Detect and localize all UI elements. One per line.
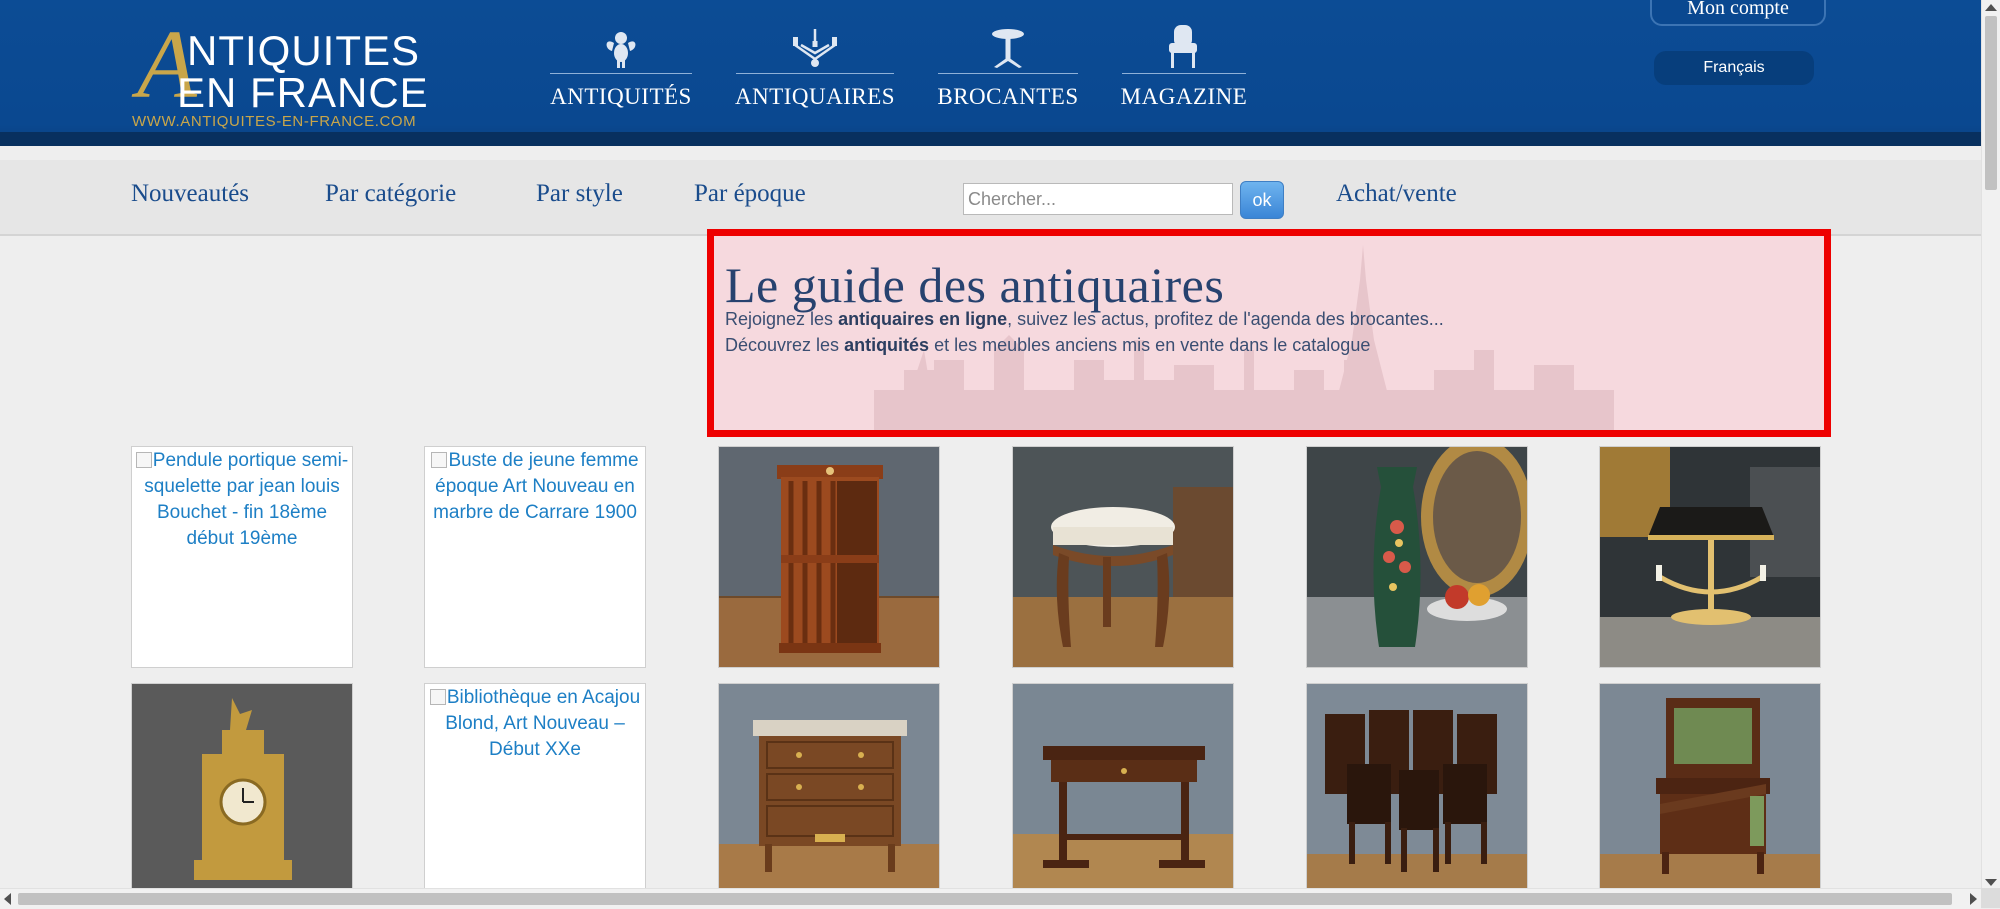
vertical-scroll-thumb[interactable] bbox=[1985, 16, 1997, 190]
nav-item-brocantes[interactable]: BROCANTES bbox=[937, 24, 1079, 110]
nav-item-antiquaires[interactable]: ANTIQUAIRES bbox=[734, 24, 896, 110]
scroll-right-icon[interactable] bbox=[1970, 893, 1977, 905]
marble-top-commode-image bbox=[719, 684, 939, 904]
hero-text: et les meubles anciens mis en vente dans… bbox=[929, 335, 1371, 355]
site-header: A NTIQUITES EN FRANCE WWW.ANTIQUITES-EN-… bbox=[0, 0, 1981, 146]
subnav-par-epoque[interactable]: Par époque bbox=[694, 180, 806, 208]
product-title: Bibliothèque en Acajou Blond, Art Nouvea… bbox=[445, 687, 641, 760]
broken-image-icon bbox=[431, 452, 448, 468]
nav-label: ANTIQUITÉS bbox=[550, 84, 692, 109]
armchair-icon bbox=[1122, 24, 1246, 74]
hero-text: Rejoignez les bbox=[725, 309, 839, 329]
search-input[interactable] bbox=[963, 183, 1233, 215]
vertical-scrollbar[interactable] bbox=[1981, 0, 2000, 890]
logo-line1: NTIQUITES bbox=[187, 27, 421, 74]
writing-table-image bbox=[1013, 684, 1233, 904]
nav-item-magazine[interactable]: MAGAZINE bbox=[1120, 24, 1248, 110]
product-tile[interactable] bbox=[1599, 683, 1821, 905]
product-tile[interactable]: Bibliothèque en Acajou Blond, Art Nouvea… bbox=[424, 683, 646, 905]
nav-label: ANTIQUAIRES bbox=[734, 84, 896, 109]
writing-desk-image bbox=[1600, 684, 1820, 904]
header-stripe bbox=[0, 132, 1981, 146]
broken-image-icon bbox=[135, 452, 152, 468]
broken-image-icon bbox=[429, 689, 446, 705]
product-image-alt: Buste de jeune femme époque Art Nouveau … bbox=[425, 447, 645, 527]
logo-line2: EN FRANCE bbox=[177, 69, 429, 116]
product-image-alt: Pendule portique semi-squelette par jean… bbox=[132, 447, 352, 553]
main-nav: ANTIQUITÉS ANTIQUAIRES BROCANTES MAGAZIN… bbox=[550, 24, 1290, 110]
language-selector[interactable]: Français bbox=[1654, 51, 1814, 85]
secondary-nav: Nouveautés Par catégorie Par style Par é… bbox=[0, 160, 1981, 236]
product-tile[interactable] bbox=[1306, 446, 1528, 668]
subnav-par-style[interactable]: Par style bbox=[536, 180, 623, 208]
nav-item-antiquites[interactable]: ANTIQUITÉS bbox=[550, 24, 692, 110]
set-of-chairs-image bbox=[1307, 684, 1527, 904]
product-tile[interactable] bbox=[1599, 446, 1821, 668]
painted-vase-image bbox=[1307, 447, 1527, 667]
hero-line-1: Rejoignez les antiquaires en ligne, suiv… bbox=[725, 309, 1444, 330]
revolving-bookcase-image bbox=[719, 447, 939, 667]
cherub-icon bbox=[550, 24, 692, 74]
bouillotte-lamp-image bbox=[1600, 447, 1820, 667]
product-tile[interactable] bbox=[718, 446, 940, 668]
scroll-up-icon[interactable] bbox=[1985, 4, 1997, 11]
hero-link-antiquaires[interactable]: antiquaires en ligne bbox=[838, 309, 1007, 329]
hero-link-antiquites[interactable]: antiquités bbox=[844, 335, 929, 355]
horizontal-scrollbar[interactable] bbox=[0, 888, 1981, 909]
logo-url: WWW.ANTIQUITES-EN-FRANCE.COM bbox=[132, 113, 417, 130]
hero-line-2: Découvrez les antiquités et les meubles … bbox=[725, 335, 1370, 356]
search-ok-button[interactable]: ok bbox=[1240, 181, 1284, 219]
pedestal-table-icon bbox=[938, 24, 1078, 74]
scrollbar-corner bbox=[1981, 888, 2000, 908]
product-title: Pendule portique semi-squelette par jean… bbox=[144, 450, 349, 549]
account-button[interactable]: Mon compte bbox=[1650, 0, 1826, 26]
scroll-down-icon[interactable] bbox=[1985, 879, 1997, 886]
product-tile[interactable] bbox=[1012, 446, 1234, 668]
subnav-par-categorie[interactable]: Par catégorie bbox=[325, 180, 456, 208]
product-tile[interactable] bbox=[718, 683, 940, 905]
nav-label: BROCANTES bbox=[937, 84, 1079, 109]
nav-label: MAGAZINE bbox=[1120, 84, 1248, 109]
chandelier-icon bbox=[736, 24, 894, 74]
product-image-alt: Bibliothèque en Acajou Blond, Art Nouvea… bbox=[425, 684, 645, 764]
site-logo[interactable]: A NTIQUITES EN FRANCE WWW.ANTIQUITES-EN-… bbox=[131, 16, 441, 132]
product-tile[interactable] bbox=[1306, 683, 1528, 905]
hero-text: , suivez les actus, profitez de l'agenda… bbox=[1007, 309, 1444, 329]
upholstered-stool-image bbox=[1013, 447, 1233, 667]
hero-text: Découvrez les bbox=[725, 335, 845, 355]
product-tile[interactable]: Pendule portique semi-squelette par jean… bbox=[131, 446, 353, 668]
subnav-nouveautes[interactable]: Nouveautés bbox=[131, 180, 249, 208]
scroll-left-icon[interactable] bbox=[4, 893, 11, 905]
subnav-achat-vente[interactable]: Achat/vente bbox=[1336, 180, 1457, 208]
hero-title: Le guide des antiquaires bbox=[725, 257, 1225, 313]
product-title: Buste de jeune femme époque Art Nouveau … bbox=[433, 450, 639, 523]
product-tile[interactable] bbox=[1012, 683, 1234, 905]
horizontal-scroll-thumb[interactable] bbox=[18, 893, 1952, 905]
gilt-mantel-clock-image bbox=[132, 684, 352, 904]
hero-banner: Le guide des antiquaires Rejoignez les a… bbox=[707, 229, 1831, 437]
product-tile[interactable]: Buste de jeune femme époque Art Nouveau … bbox=[424, 446, 646, 668]
product-tile[interactable] bbox=[131, 683, 353, 905]
